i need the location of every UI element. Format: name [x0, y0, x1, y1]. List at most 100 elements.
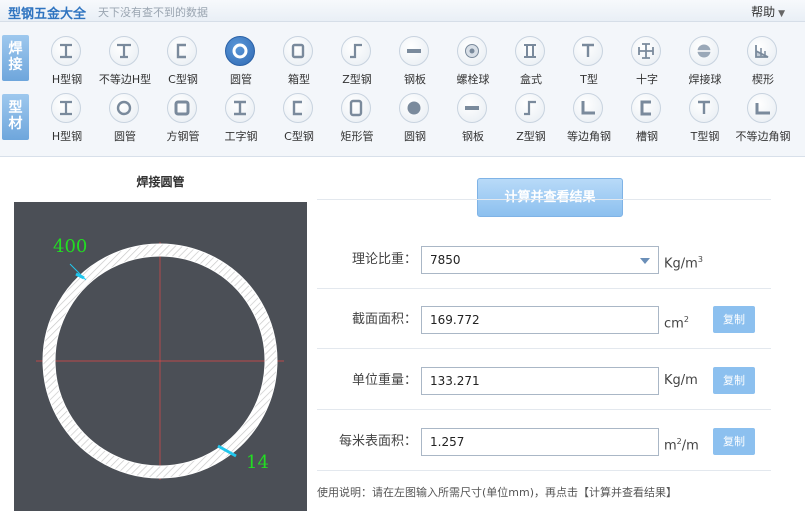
- bolt-ball-icon: [457, 36, 487, 66]
- tool-c-channel[interactable]: C型钢: [270, 91, 328, 151]
- chevron-down-icon: ▼: [778, 9, 785, 19]
- tool-steel-plate[interactable]: 钢板: [386, 34, 444, 94]
- density-select[interactable]: 7850: [421, 246, 659, 274]
- tool-label: 楔形: [752, 73, 774, 86]
- drawing-canvas: 400 14: [14, 202, 307, 511]
- unequal-h-beam-icon: [109, 36, 139, 66]
- tool-equal-angle[interactable]: 等边角钢: [560, 91, 618, 151]
- square-tube-icon: [167, 93, 197, 123]
- t-section-icon: [689, 93, 719, 123]
- tool-bolt-ball[interactable]: 螺栓球: [444, 34, 502, 94]
- tool-channel[interactable]: 槽钢: [618, 91, 676, 151]
- tool-h-beam[interactable]: H型钢: [38, 34, 96, 94]
- box-type-icon: [515, 36, 545, 66]
- area-unit: cm2: [664, 291, 689, 353]
- i-beam-icon: [225, 93, 255, 123]
- tool-label: 盒式: [520, 73, 542, 86]
- tool-i-beam[interactable]: 工字钢: [212, 91, 270, 151]
- z-section-icon: [515, 93, 545, 123]
- category-char: 焊: [8, 41, 23, 57]
- tool-unequal-angle[interactable]: 不等边角钢: [734, 91, 792, 151]
- app-title: 型钢五金大全: [8, 7, 87, 22]
- help-menu[interactable]: 帮助 ▼: [751, 3, 785, 20]
- tool-label: T型钢: [690, 130, 720, 143]
- tool-label: 不等边H型: [98, 73, 152, 86]
- density-unit: Kg/m3: [664, 231, 703, 293]
- tool-z-section[interactable]: Z型钢: [328, 34, 386, 94]
- tool-round-bar[interactable]: 圆钢: [386, 91, 444, 151]
- tool-c-channel[interactable]: C型钢: [154, 34, 212, 94]
- copy-area-button[interactable]: 复制: [713, 306, 755, 333]
- tool-rect-tube[interactable]: 矩形管: [328, 91, 386, 151]
- tool-welded-ball[interactable]: 焊接球: [676, 34, 734, 94]
- steel-plate-icon: [399, 36, 429, 66]
- category-char: 材: [8, 116, 23, 132]
- surface-field[interactable]: 1.257: [421, 428, 659, 456]
- tool-steel-plate[interactable]: 钢板: [444, 91, 502, 151]
- density-label: 理论比重：: [351, 252, 417, 267]
- calculate-button[interactable]: 计算并查看结果: [477, 178, 623, 217]
- category-tab-weld[interactable]: 焊 接: [2, 35, 29, 81]
- steel-plate-icon: [457, 93, 487, 123]
- tool-t-section[interactable]: T型钢: [676, 91, 734, 151]
- tool-square-tube[interactable]: 方钢管: [154, 91, 212, 151]
- t-section-icon: [573, 36, 603, 66]
- tool-label: 圆钢: [404, 130, 426, 143]
- tool-label: 工字钢: [224, 130, 258, 143]
- diameter-input[interactable]: 400: [53, 236, 87, 257]
- dropdown-arrow-icon: [640, 258, 650, 264]
- category-char: 接: [8, 57, 23, 73]
- thickness-input[interactable]: 14: [246, 452, 269, 473]
- area-field[interactable]: 169.772: [421, 306, 659, 334]
- tool-wedge[interactable]: 楔形: [734, 34, 792, 94]
- h-beam-icon: [51, 36, 81, 66]
- tool-label: 不等边角钢: [735, 130, 791, 143]
- tool-label: 矩形管: [340, 130, 374, 143]
- wedge-icon: [747, 36, 777, 66]
- copy-weight-button[interactable]: 复制: [713, 367, 755, 394]
- weight-label: 单位重量：: [351, 373, 417, 388]
- tool-round-tube[interactable]: 圆管: [212, 34, 270, 94]
- tool-label: 十字: [636, 73, 658, 86]
- help-label: 帮助: [751, 5, 776, 19]
- tube-drawing: 400 14: [36, 236, 284, 480]
- usage-note: 使用说明：请在左图输入所需尺寸(单位mm)，再点击【计算并查看结果】: [317, 486, 678, 499]
- surface-row: 每米表面积： 1.257 m2/m 复制: [317, 413, 771, 471]
- drawing-title: 焊接圆管: [136, 175, 185, 189]
- density-unit-text: Kg/m: [664, 256, 698, 272]
- h-beam-icon: [51, 93, 81, 123]
- weight-field[interactable]: 133.271: [421, 367, 659, 395]
- tool-label: 槽钢: [636, 130, 658, 143]
- surface-unit: m2/m: [664, 413, 699, 475]
- tool-round-tube[interactable]: 圆管: [96, 91, 154, 151]
- tool-label: 圆管: [230, 73, 252, 86]
- tool-z-section[interactable]: Z型钢: [502, 91, 560, 151]
- copy-surface-button[interactable]: 复制: [713, 428, 755, 455]
- area-label: 截面面积：: [351, 312, 417, 327]
- divider: [317, 199, 771, 200]
- area-row: 截面面积： 169.772 cm2 复制: [317, 291, 771, 349]
- tool-box-section[interactable]: 箱型: [270, 34, 328, 94]
- tool-label: 等边角钢: [567, 130, 611, 143]
- area-unit-text: cm: [664, 316, 684, 332]
- app-slogan: 天下没有查不到的数据: [98, 6, 208, 19]
- density-row: 理论比重： 7850 Kg/m3: [317, 231, 771, 289]
- tool-label: H型钢: [51, 73, 83, 86]
- category-tab-profile[interactable]: 型 材: [2, 94, 29, 140]
- tool-label: T型: [580, 73, 598, 86]
- title-bar: 型钢五金大全 天下没有查不到的数据 帮助 ▼: [0, 0, 805, 22]
- equal-angle-icon: [573, 93, 603, 123]
- tool-label: 钢板: [404, 73, 426, 86]
- density-unit-sup: 3: [697, 255, 703, 264]
- tool-h-beam[interactable]: H型钢: [38, 91, 96, 151]
- tool-cross-section[interactable]: 十字: [618, 34, 676, 94]
- surface-unit-post: /m: [681, 438, 699, 454]
- round-bar-icon: [399, 93, 429, 123]
- tool-t-section[interactable]: T型: [560, 34, 618, 94]
- tool-label: Z型钢: [516, 130, 546, 143]
- rect-tube-icon: [341, 93, 371, 123]
- tool-unequal-h-beam[interactable]: 不等边H型: [96, 34, 154, 94]
- tool-box-type[interactable]: 盒式: [502, 34, 560, 94]
- box-section-icon: [283, 36, 313, 66]
- shape-toolbar: 焊 接 型 材 H型钢 不等边H型 C型钢 圆管 箱型 Z型钢 钢板 螺栓球 盒式 T型 十字 焊接球…: [0, 22, 805, 157]
